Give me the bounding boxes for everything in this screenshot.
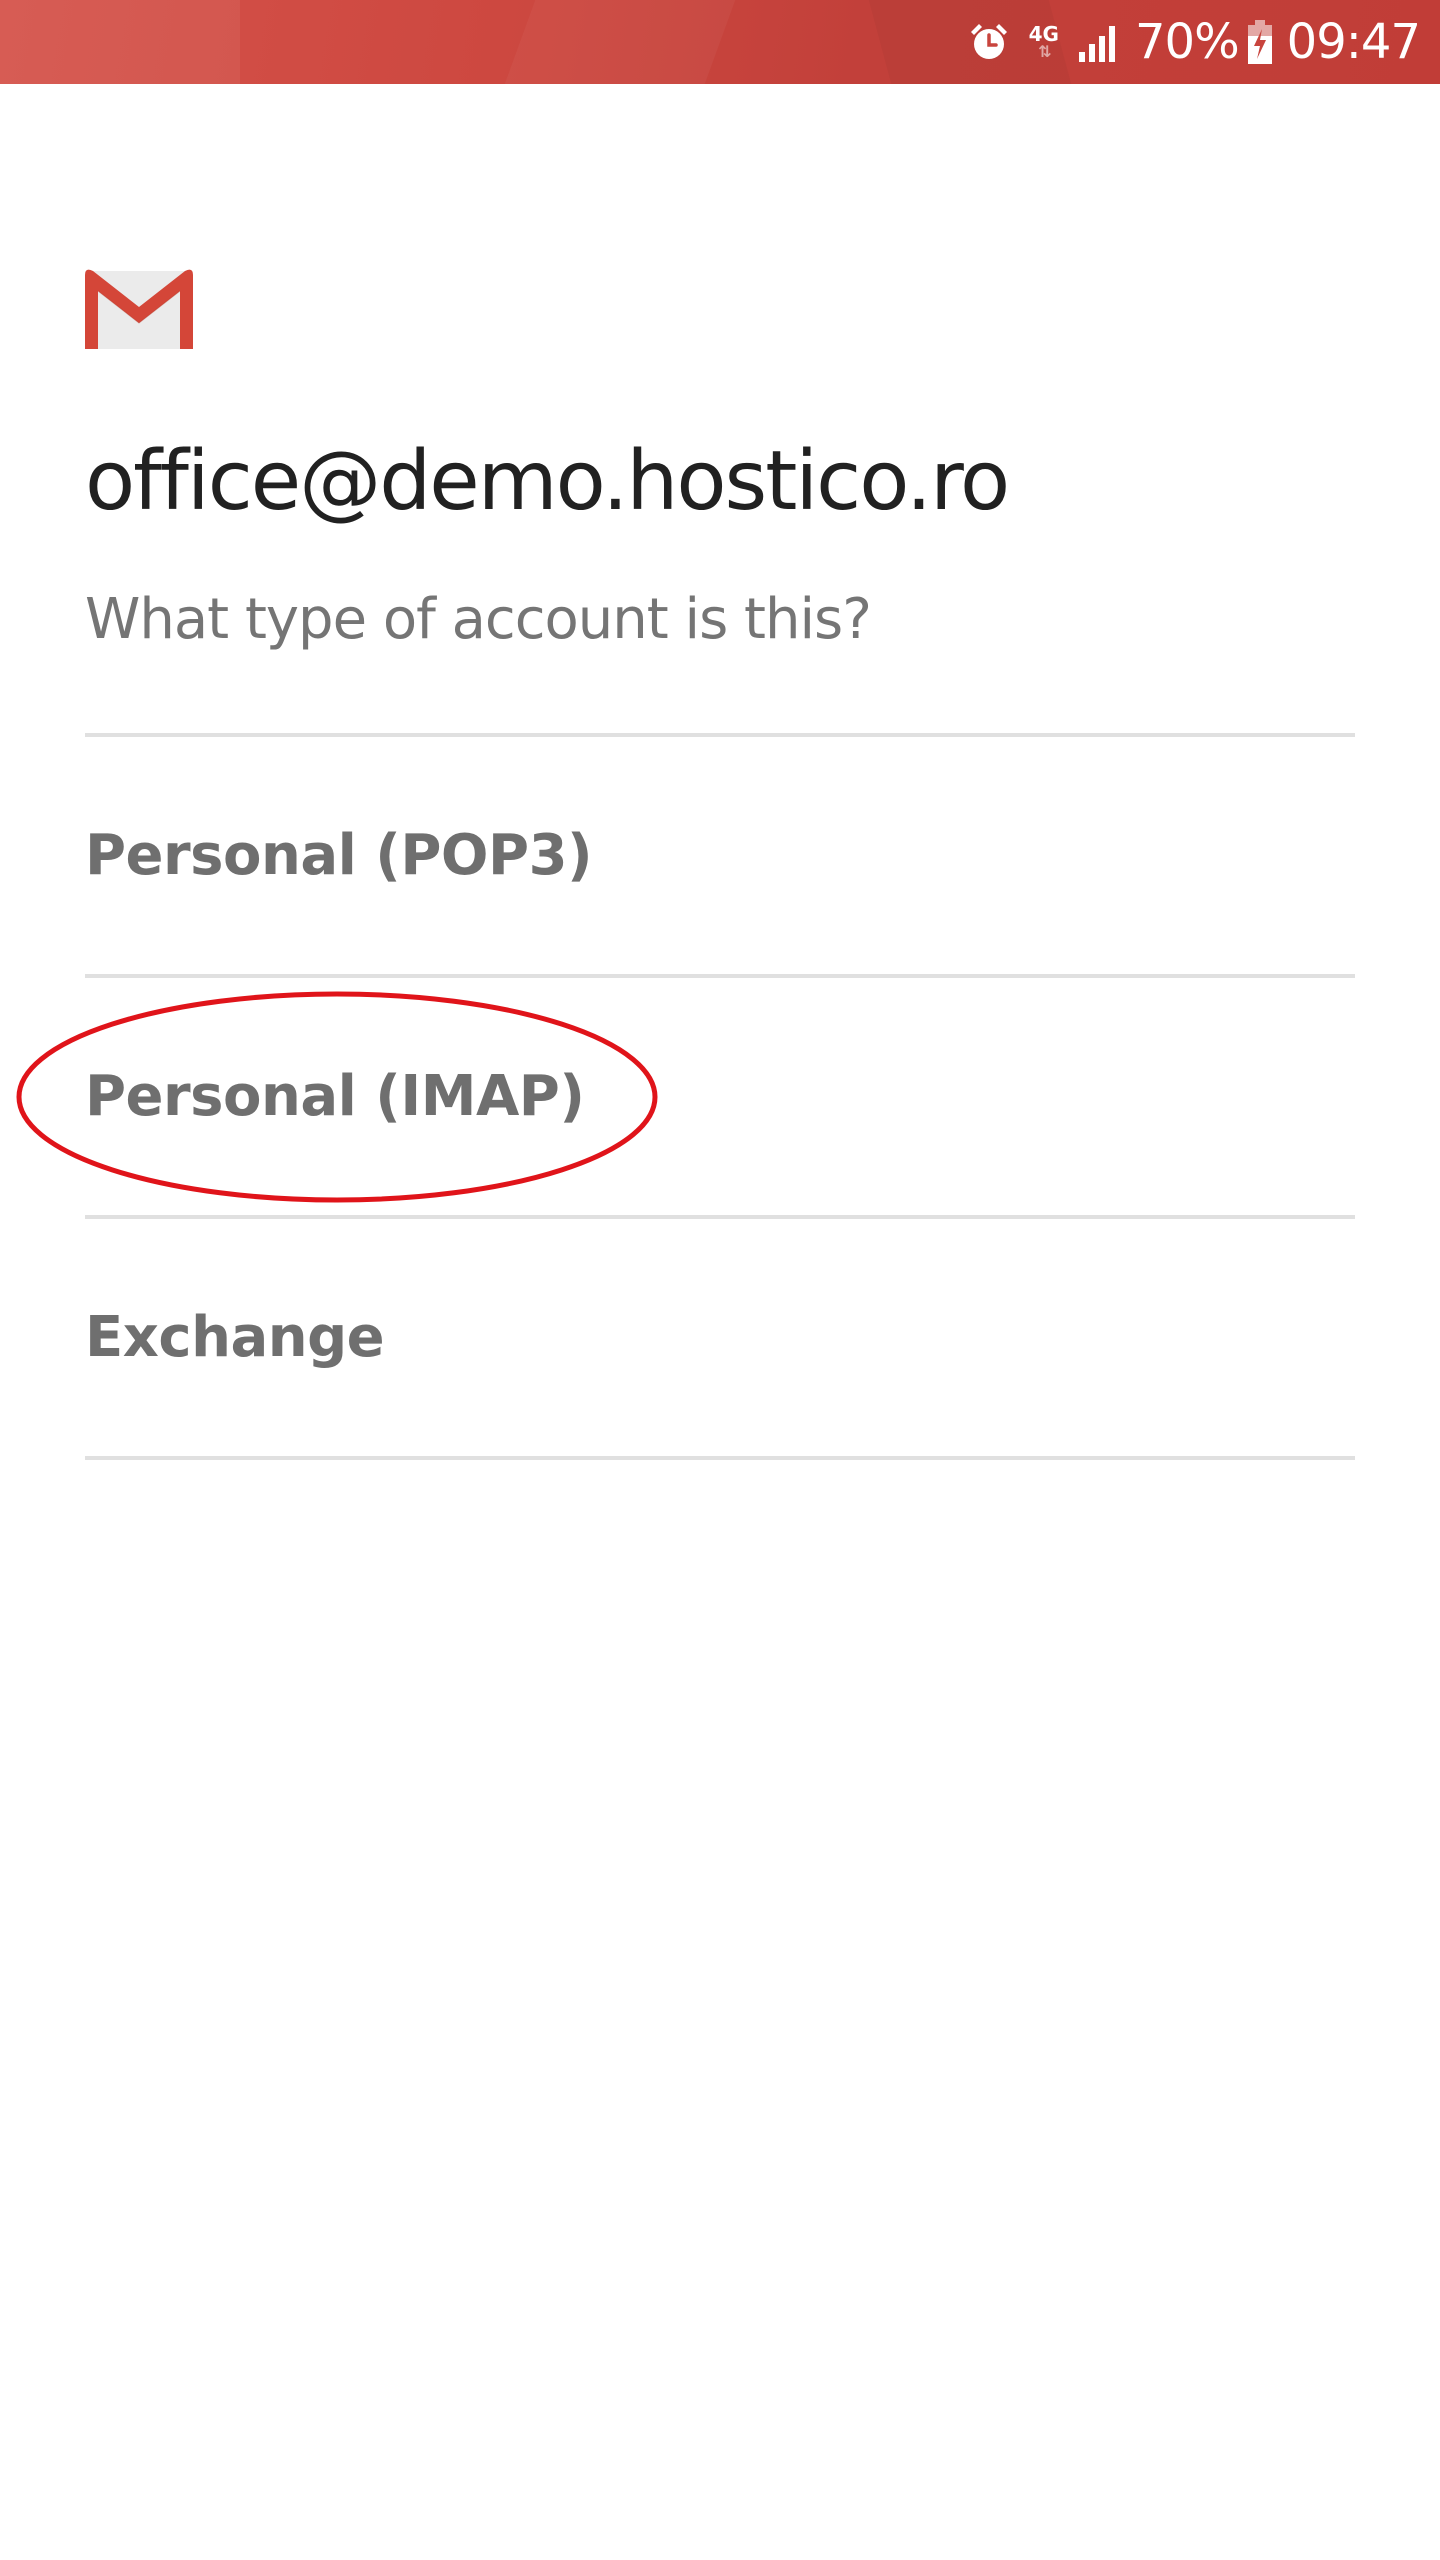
status-icons: 4G ⇅ 70% 09:47 [949,0,1421,84]
status-bar: 4G ⇅ 70% 09:47 [0,0,1440,84]
account-type-prompt: What type of account is this? [85,587,872,652]
clock: 09:47 [1286,14,1421,70]
data-arrows-icon: ⇅ [1038,42,1051,61]
option-label: Personal (POP3) [85,822,593,888]
gmail-logo-icon [85,267,193,349]
account-email-title: office@demo.hostico.ro [85,434,1010,529]
option-personal-imap[interactable]: Personal (IMAP) [85,978,1355,1214]
network-4g-icon: 4G ⇅ [1029,24,1059,60]
divider [85,1456,1355,1460]
option-personal-pop3[interactable]: Personal (POP3) [85,737,1355,973]
signal-icon [1077,22,1121,62]
status-bar-facet [504,0,736,84]
battery-percent: 70% [1134,14,1240,70]
network-type-label: 4G [1028,22,1059,46]
option-label: Exchange [85,1304,385,1370]
status-bar-facet [0,0,240,84]
alarm-icon [967,20,1011,64]
option-exchange[interactable]: Exchange [85,1219,1355,1455]
option-label: Personal (IMAP) [85,1063,585,1129]
screen: 4G ⇅ 70% 09:47 office@demo.hostico.ro Wh… [0,0,1440,2560]
battery-charging-icon [1247,20,1273,64]
